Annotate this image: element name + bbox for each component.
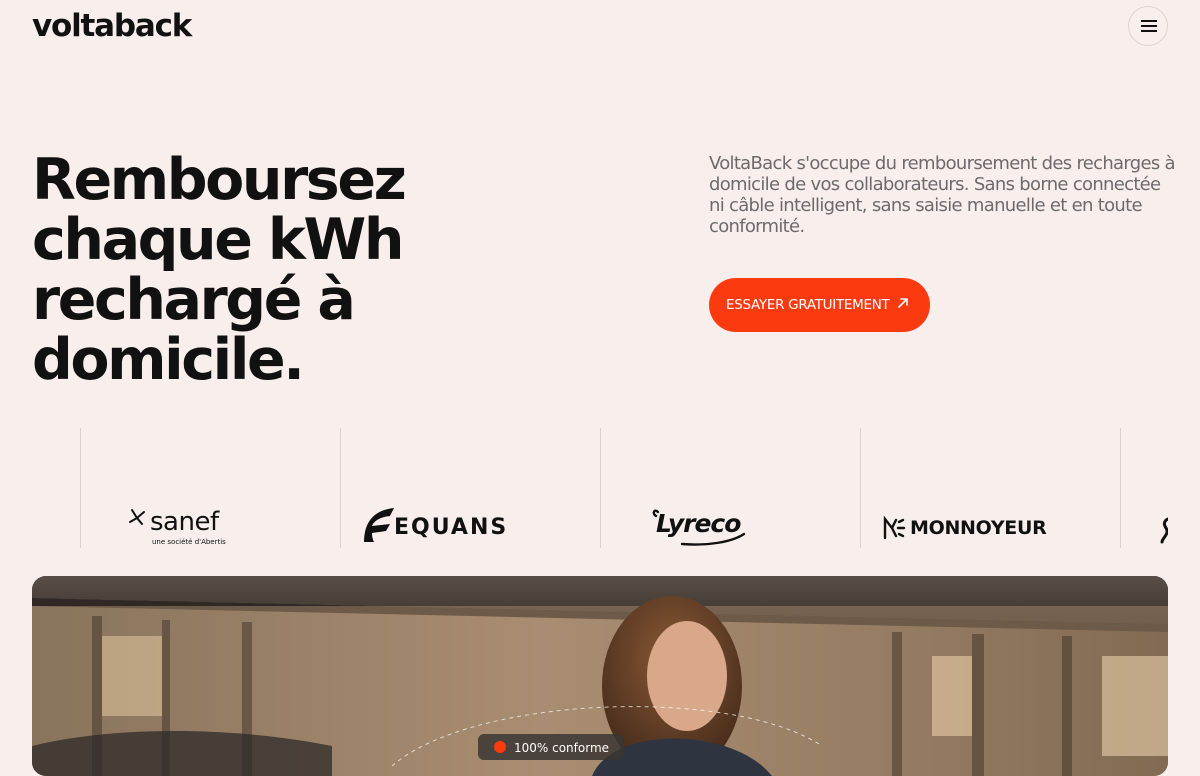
logo-divider [80,428,81,548]
monnoyeur-wordmark: MONNOYEUR [910,517,1047,539]
hero-description: VoltaBack s'occupe du remboursement des … [709,153,1176,237]
voltaback-logo[interactable]: voltaback [32,6,192,46]
logo-divider [860,428,861,548]
site-header: voltaback [0,0,1200,52]
client-logo-sanef: sanef une société d'Abertis [128,506,248,548]
monnoyeur-mark-icon [883,516,906,540]
client-logo-equans: EQUANS [360,506,520,546]
hero-photo-image: 100% conforme [32,576,1168,776]
hamburger-menu-icon [1141,20,1157,32]
arrow-up-right-icon [898,298,908,308]
lyreco-wordmark: Lyreco [656,509,741,538]
client-logos-strip: sanef une société d'Abertis EQUANS Lyrec… [32,428,1168,548]
equans-wordmark: EQUANS [394,515,509,540]
hero-title-line-1: Remboursez [32,147,407,213]
menu-button[interactable] [1128,6,1168,46]
hero-title-line-3: rechargé à domicile. [32,267,356,393]
sanef-mark-icon [129,509,145,525]
logo-divider [1120,428,1121,548]
sanef-wordmark: sanef [150,507,219,537]
photo-badge-text: 100% conforme [514,741,609,755]
next-client-logo-icon [1160,517,1168,544]
try-free-button[interactable]: ESSAYER GRATUITEMENT [709,278,930,332]
sanef-tagline: une société d'Abertis [152,538,226,546]
hero-title: Remboursez chaque kWh rechargé à domicil… [32,150,632,390]
client-logo-lyreco: Lyreco [652,506,752,548]
logo-divider [600,428,601,548]
client-logo-monnoyeur: MONNOYEUR [882,514,1047,542]
hero-photo: 100% conforme [32,576,1168,776]
try-free-button-label: ESSAYER GRATUITEMENT [726,297,890,313]
equans-mark-icon [364,508,394,542]
logo-divider [340,428,341,548]
hero-title-line-2: chaque kWh [32,207,404,273]
